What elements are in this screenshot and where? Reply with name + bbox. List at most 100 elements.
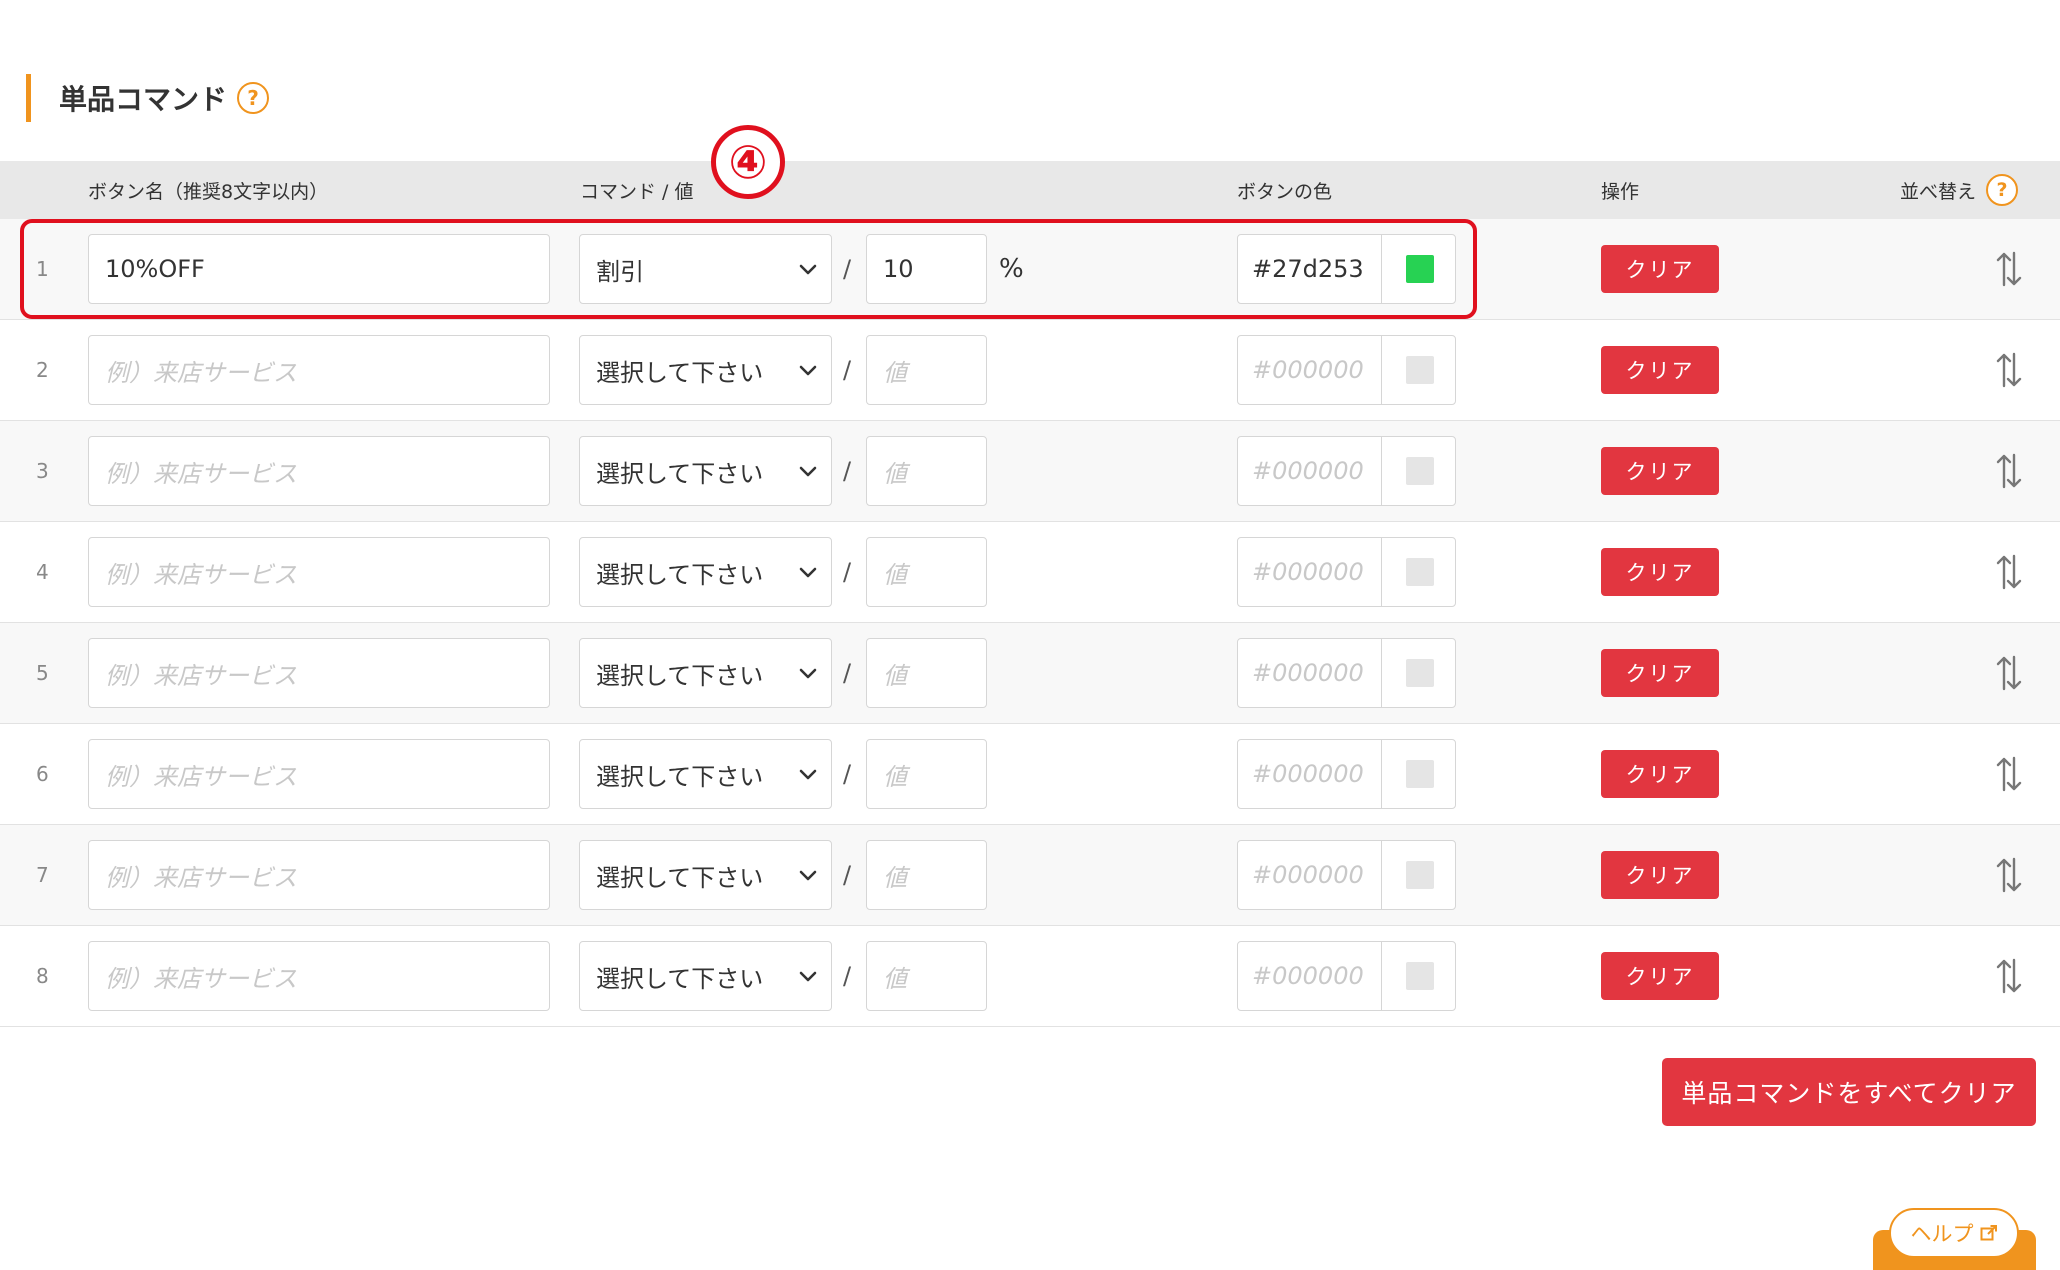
value-text: 値 <box>883 863 907 892</box>
sort-arrows-icon[interactable] <box>1995 956 2023 996</box>
value-input[interactable]: 値 <box>866 941 987 1011</box>
command-value-separator: / <box>843 760 852 788</box>
chevron-down-icon <box>799 567 817 578</box>
button-name-input[interactable]: 例）来店サービス <box>88 739 550 809</box>
color-swatch[interactable] <box>1406 457 1434 485</box>
command-select-value: 割引 <box>596 257 644 286</box>
clear-button[interactable]: クリア <box>1601 851 1719 899</box>
color-hex-input[interactable]: #000000 <box>1238 740 1382 808</box>
header-button-name: ボタン名（推奨8文字以内） <box>88 180 329 203</box>
value-text: 値 <box>883 964 907 993</box>
button-name-input[interactable]: 例）来店サービス <box>88 840 550 910</box>
table-body: 1 10%OFF 割引/10% #27d253 クリア 2 例）来店サービス 選択して下さい /… <box>0 219 2060 1027</box>
sort-arrows-icon[interactable] <box>1995 855 2023 895</box>
sort-arrows-icon[interactable] <box>1995 451 2023 491</box>
clear-all-button[interactable]: 単品コマンドをすべてクリア <box>1662 1058 2036 1126</box>
command-value-separator: / <box>843 962 852 990</box>
help-label: ヘルプ <box>1910 1222 1974 1246</box>
value-input[interactable]: 値 <box>866 638 987 708</box>
button-name-text: 例）来店サービス <box>105 661 297 690</box>
button-name-input[interactable]: 例）来店サービス <box>88 537 550 607</box>
button-name-input[interactable]: 例）来店サービス <box>88 638 550 708</box>
color-hex-input[interactable]: #000000 <box>1238 437 1382 505</box>
color-swatch[interactable] <box>1406 962 1434 990</box>
command-value-separator: / <box>843 558 852 586</box>
table-row: 5 例）来店サービス 選択して下さい / 値 #000000 クリア <box>0 623 2060 724</box>
command-select-value: 選択して下さい <box>596 964 764 993</box>
color-hex-input[interactable]: #000000 <box>1238 639 1382 707</box>
command-select[interactable]: 選択して下さい <box>579 436 832 506</box>
color-hex-input[interactable]: #000000 <box>1238 538 1382 606</box>
section-title: 単品コマンド <box>59 83 228 116</box>
command-select[interactable]: 選択して下さい <box>579 840 832 910</box>
help-button[interactable]: ヘルプ <box>1889 1208 2019 1258</box>
command-select[interactable]: 選択して下さい <box>579 638 832 708</box>
color-hex-input[interactable]: #000000 <box>1238 942 1382 1010</box>
color-swatch[interactable] <box>1406 558 1434 586</box>
color-field: #000000 <box>1237 840 1456 910</box>
step-marker: ④ <box>711 125 785 199</box>
color-swatch[interactable] <box>1406 659 1434 687</box>
table-row: 1 10%OFF 割引 / 10% #27d253 クリア <box>0 219 2060 320</box>
unit-label: % <box>999 254 1024 284</box>
value-input[interactable]: 値 <box>866 335 987 405</box>
sort-arrows-icon[interactable] <box>1995 653 2023 693</box>
chevron-down-icon <box>799 264 817 275</box>
color-field: #000000 <box>1237 335 1456 405</box>
single-command-table: ボタン名（推奨8文字以内） コマンド / 値 ボタンの色 操作 並べ替え ? 1… <box>0 161 2060 1027</box>
clear-button[interactable]: クリア <box>1601 750 1719 798</box>
command-select[interactable]: 割引 <box>579 234 832 304</box>
sort-arrows-icon[interactable] <box>1995 754 2023 794</box>
clear-button[interactable]: クリア <box>1601 346 1719 394</box>
color-hex-text: #000000 <box>1252 861 1364 889</box>
value-input[interactable]: 値 <box>866 840 987 910</box>
command-select-value: 選択して下さい <box>596 762 764 791</box>
clear-button[interactable]: クリア <box>1601 245 1719 293</box>
clear-button[interactable]: クリア <box>1601 952 1719 1000</box>
color-hex-input[interactable]: #000000 <box>1238 841 1382 909</box>
sort-arrows-icon[interactable] <box>1995 249 2023 289</box>
value-input[interactable]: 10 <box>866 234 987 304</box>
value-text: 値 <box>883 560 907 589</box>
chevron-down-icon <box>799 769 817 780</box>
command-select[interactable]: 選択して下さい <box>579 941 832 1011</box>
row-number: 4 <box>36 560 49 584</box>
value-input[interactable]: 値 <box>866 436 987 506</box>
clear-button[interactable]: クリア <box>1601 447 1719 495</box>
color-hex-input[interactable]: #000000 <box>1238 336 1382 404</box>
row-number: 6 <box>36 762 49 786</box>
button-name-text: 例）来店サービス <box>105 459 297 488</box>
color-swatch[interactable] <box>1406 861 1434 889</box>
button-name-input[interactable]: 例）来店サービス <box>88 941 550 1011</box>
command-select[interactable]: 選択して下さい <box>579 537 832 607</box>
header-command-value-label: コマンド / 値 <box>580 180 694 203</box>
value-input[interactable]: 値 <box>866 537 987 607</box>
clear-button[interactable]: クリア <box>1601 649 1719 697</box>
color-hex-text: #000000 <box>1252 356 1364 384</box>
color-swatch[interactable] <box>1406 255 1434 283</box>
chevron-down-icon <box>799 971 817 982</box>
value-text: 値 <box>883 762 907 791</box>
value-text: 10 <box>883 255 914 283</box>
header-sort: 並べ替え ? <box>1900 161 2019 219</box>
value-input[interactable]: 値 <box>866 739 987 809</box>
button-name-text: 例）来店サービス <box>105 560 297 589</box>
button-name-input[interactable]: 10%OFF <box>88 234 550 304</box>
command-select[interactable]: 選択して下さい <box>579 739 832 809</box>
sort-arrows-icon[interactable] <box>1995 552 2023 592</box>
color-hex-input[interactable]: #27d253 <box>1238 235 1382 303</box>
chevron-down-icon <box>799 870 817 881</box>
command-select[interactable]: 選択して下さい <box>579 335 832 405</box>
help-question-icon[interactable]: ? <box>237 82 270 114</box>
button-name-text: 例）来店サービス <box>105 863 297 892</box>
button-name-text: 例）来店サービス <box>105 762 297 791</box>
table-row: 4 例）来店サービス 選択して下さい / 値 #000000 クリア <box>0 522 2060 623</box>
button-name-input[interactable]: 例）来店サービス <box>88 436 550 506</box>
button-name-input[interactable]: 例）来店サービス <box>88 335 550 405</box>
color-swatch[interactable] <box>1406 356 1434 384</box>
value-text: 値 <box>883 459 907 488</box>
color-swatch[interactable] <box>1406 760 1434 788</box>
clear-button[interactable]: クリア <box>1601 548 1719 596</box>
sort-help-question-icon[interactable]: ? <box>1986 174 2019 206</box>
sort-arrows-icon[interactable] <box>1995 350 2023 390</box>
